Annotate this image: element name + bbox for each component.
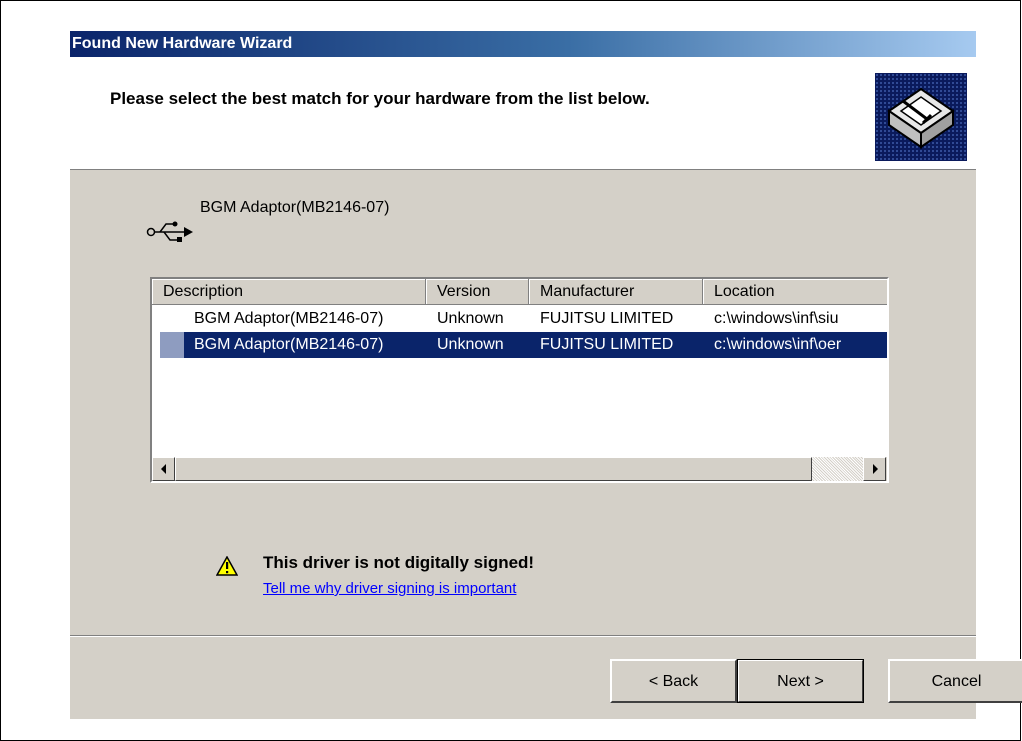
scrollbar-thumb[interactable] <box>175 457 812 481</box>
column-header-description[interactable]: Description <box>152 279 426 305</box>
next-button[interactable]: Next > <box>737 659 864 703</box>
cell-manufacturer: FUJITSU LIMITED <box>540 310 674 327</box>
driver-signing-link[interactable]: Tell me why driver signing is important <box>263 580 516 597</box>
cell-manufacturer: FUJITSU LIMITED <box>540 336 674 353</box>
footer-divider <box>70 635 976 637</box>
scroll-left-button[interactable] <box>152 457 175 481</box>
cell-location: c:\windows\inf\oer <box>714 336 842 353</box>
wizard-header: Please select the best match for your ha… <box>70 57 976 170</box>
column-header-manufacturer[interactable]: Manufacturer <box>529 279 703 305</box>
scrollbar-track[interactable] <box>812 457 863 481</box>
cell-description: BGM Adaptor(MB2146-07) <box>194 310 384 327</box>
list-header: Description Version Manufacturer Locatio… <box>152 279 887 305</box>
warning-title: This driver is not digitally signed! <box>263 553 535 572</box>
back-button[interactable]: < Back <box>610 659 737 703</box>
arrow-left-icon <box>161 464 166 474</box>
device-name: BGM Adaptor(MB2146-07) <box>200 199 390 216</box>
scroll-right-button[interactable] <box>863 457 886 481</box>
cell-location: c:\windows\inf\siu <box>714 310 839 327</box>
warning-icon <box>215 555 239 581</box>
usb-icon <box>146 221 194 248</box>
cancel-button[interactable]: Cancel <box>888 659 1022 703</box>
list-item[interactable]: BGM Adaptor(MB2146-07) Unknown FUJITSU L… <box>152 306 887 332</box>
arrow-right-icon <box>873 464 878 474</box>
column-header-version[interactable]: Version <box>426 279 529 305</box>
driver-list[interactable]: Description Version Manufacturer Locatio… <box>150 277 889 483</box>
window-title: Found New Hardware Wizard <box>70 31 976 57</box>
wizard-dialog: Found New Hardware Wizard Please select … <box>70 31 1022 719</box>
horizontal-scrollbar[interactable] <box>152 457 887 481</box>
list-item-selected[interactable]: BGM Adaptor(MB2146-07) Unknown FUJITSU L… <box>152 332 887 358</box>
hardware-install-icon <box>875 73 967 161</box>
header-title: Please select the best match for your ha… <box>110 89 650 108</box>
cell-version: Unknown <box>437 336 504 353</box>
cell-description: BGM Adaptor(MB2146-07) <box>194 336 384 353</box>
cell-version: Unknown <box>437 310 504 327</box>
column-header-location[interactable]: Location <box>703 279 887 305</box>
